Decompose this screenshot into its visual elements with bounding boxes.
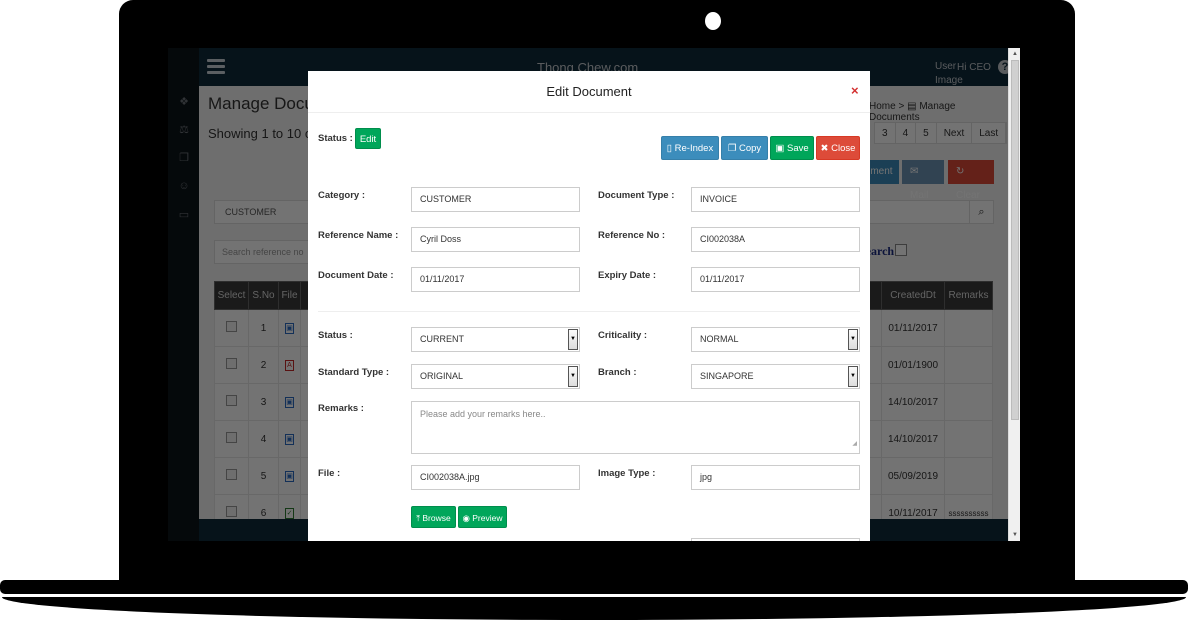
page-scrollbar[interactable]: ▲ ▼ bbox=[1008, 48, 1020, 541]
reference-name-input[interactable]: Cyril Doss bbox=[411, 227, 580, 252]
document-type-input[interactable]: INVOICE bbox=[691, 187, 860, 212]
preview-button[interactable]: ◉ Preview bbox=[458, 506, 507, 528]
category-label: Category : bbox=[318, 190, 365, 201]
modal-header: Edit Document × bbox=[308, 71, 870, 113]
chevron-down-icon[interactable]: ▼ bbox=[848, 329, 858, 350]
status-select[interactable]: CURRENT ▼ bbox=[411, 327, 580, 352]
status-label: Status : bbox=[318, 133, 353, 144]
document-type-label: Document Type : bbox=[598, 190, 675, 201]
branch-select-value: SINGAPORE bbox=[700, 371, 754, 381]
category-input[interactable]: CUSTOMER bbox=[411, 187, 580, 212]
laptop-base bbox=[0, 580, 1188, 594]
remarks-placeholder: Please add your remarks here.. bbox=[420, 409, 546, 419]
preview-label: Preview bbox=[472, 513, 503, 523]
document-date-label: Document Date : bbox=[318, 270, 394, 281]
file-label: File : bbox=[318, 468, 341, 479]
browse-label: Browse bbox=[422, 513, 451, 523]
reference-name-label: Reference Name : bbox=[318, 230, 399, 241]
app-screen: ❖ ⚖ ❐ ☺ ▭ Thong Chew.com UserImage Hi CE… bbox=[168, 48, 1020, 541]
branch-label: Branch : bbox=[598, 367, 637, 378]
image-type-input[interactable]: jpg bbox=[691, 465, 860, 490]
chevron-down-icon[interactable]: ▼ bbox=[848, 366, 858, 387]
close-button[interactable]: ✖ Close bbox=[816, 136, 860, 160]
status-badge: Edit bbox=[355, 128, 381, 149]
reference-no-label: Reference No : bbox=[598, 230, 666, 241]
close-label: Close bbox=[831, 143, 856, 154]
divider bbox=[318, 311, 860, 312]
reindex-button[interactable]: ▯ Re-Index bbox=[661, 136, 719, 160]
camera-dot bbox=[705, 12, 721, 30]
criticality-select-value: NORMAL bbox=[700, 334, 739, 344]
browse-button[interactable]: ⤒ Browse bbox=[411, 506, 456, 528]
expiry-date-input[interactable]: 01/11/2017 bbox=[691, 267, 860, 292]
criticality-select[interactable]: NORMAL ▼ bbox=[691, 327, 860, 352]
scroll-down-arrow[interactable]: ▼ bbox=[1009, 530, 1020, 540]
expiry-date-label: Expiry Date : bbox=[598, 270, 657, 281]
reference-no-input[interactable]: CI002038A bbox=[691, 227, 860, 252]
modal-title: Edit Document bbox=[546, 84, 632, 99]
copy-button[interactable]: ❐ Copy bbox=[721, 136, 768, 160]
close-icon[interactable]: × bbox=[851, 83, 859, 98]
resize-grip-icon[interactable]: ◢ bbox=[852, 436, 857, 452]
next-field-input[interactable] bbox=[691, 538, 860, 541]
reindex-label: Re-Index bbox=[674, 143, 714, 154]
status-field-label: Status : bbox=[318, 330, 353, 341]
copy-label: Copy bbox=[738, 143, 762, 154]
standard-type-label: Standard Type : bbox=[318, 367, 390, 378]
scroll-up-arrow[interactable]: ▲ bbox=[1009, 49, 1020, 59]
status-select-value: CURRENT bbox=[420, 334, 464, 344]
save-label: Save bbox=[786, 143, 809, 154]
image-type-label: Image Type : bbox=[598, 468, 656, 479]
document-date-input[interactable]: 01/11/2017 bbox=[411, 267, 580, 292]
edit-document-modal: Edit Document × Status : Edit ▯ Re-Index… bbox=[308, 71, 870, 541]
standard-type-select-value: ORIGINAL bbox=[420, 371, 464, 381]
remarks-label: Remarks : bbox=[318, 403, 364, 414]
laptop-base-bottom bbox=[2, 597, 1186, 620]
chevron-down-icon[interactable]: ▼ bbox=[568, 329, 578, 350]
chevron-down-icon[interactable]: ▼ bbox=[568, 366, 578, 387]
scroll-thumb[interactable] bbox=[1011, 60, 1019, 420]
branch-select[interactable]: SINGAPORE ▼ bbox=[691, 364, 860, 389]
save-button[interactable]: ▣ Save bbox=[770, 136, 814, 160]
standard-type-select[interactable]: ORIGINAL ▼ bbox=[411, 364, 580, 389]
remarks-textarea[interactable]: Please add your remarks here.. ◢ bbox=[411, 401, 860, 454]
file-input[interactable]: CI002038A.jpg bbox=[411, 465, 580, 490]
criticality-label: Criticality : bbox=[598, 330, 648, 341]
